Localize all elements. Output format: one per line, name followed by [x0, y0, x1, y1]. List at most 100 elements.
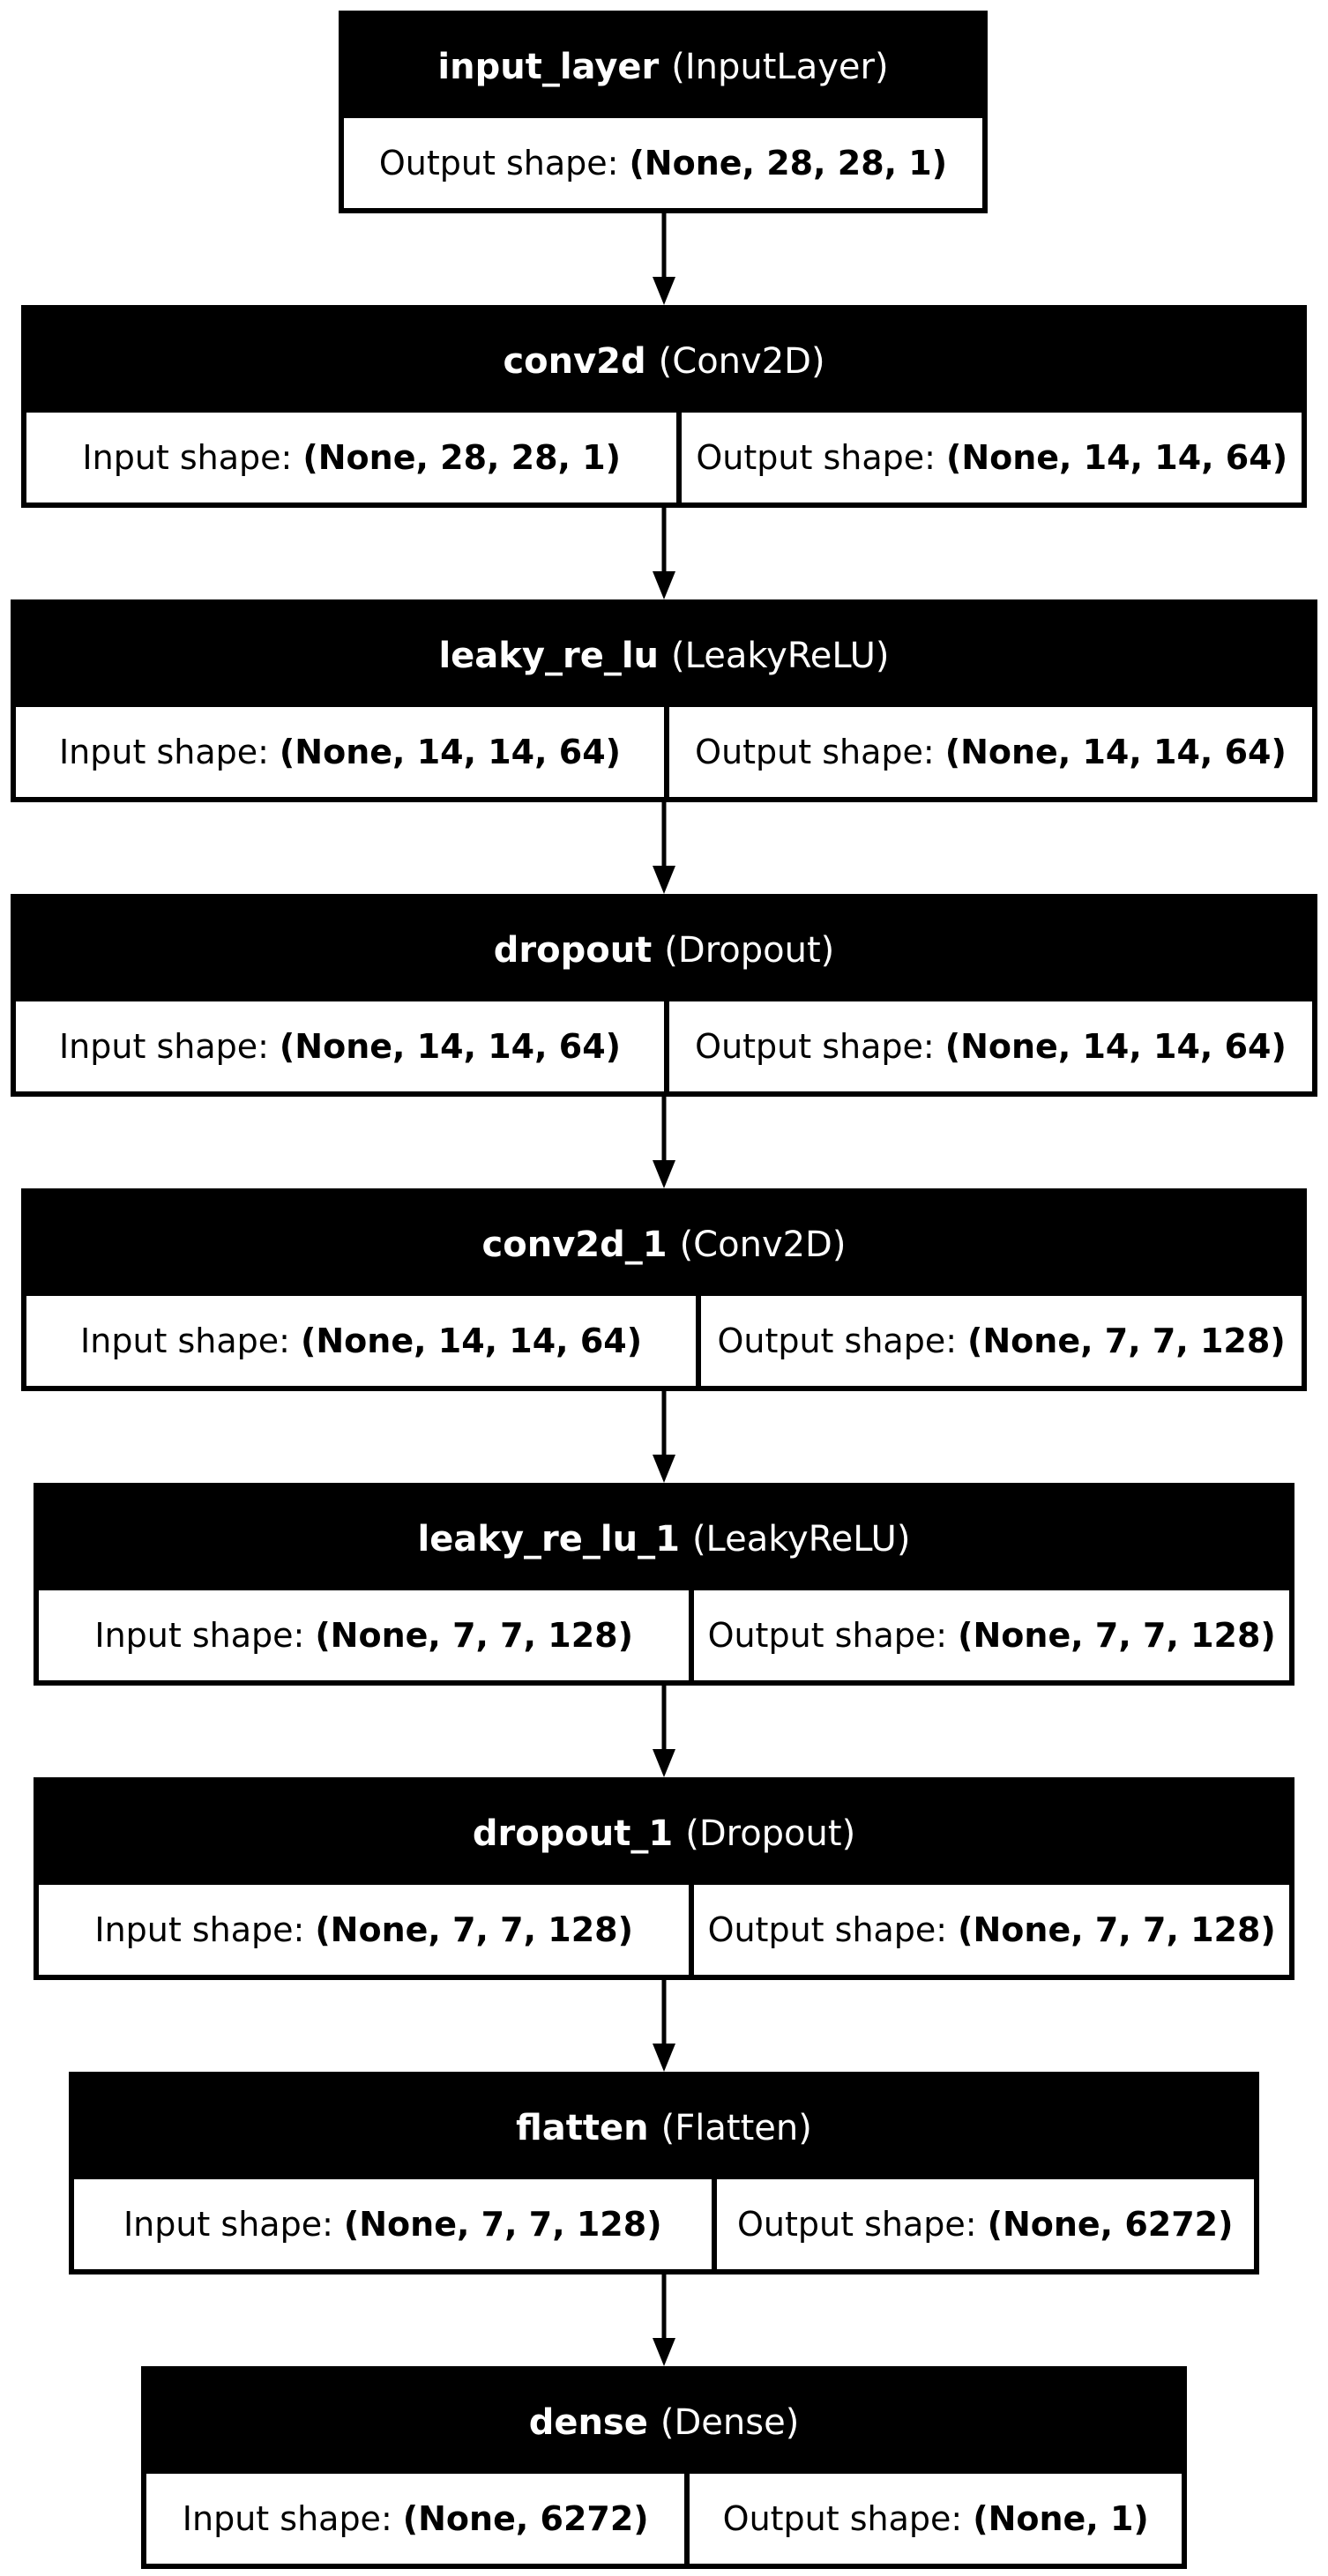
output-shape-label: Output shape: — [717, 1322, 958, 1360]
input-shape-value: (None, 7, 7, 128) — [315, 1616, 633, 1655]
shape-row: Input shape: (None, 28, 28, 1) Output shap… — [26, 413, 1302, 503]
layer-node-dense: dense (Dense) Input shape: (None, 6272) Outp… — [141, 2366, 1187, 2569]
model-architecture-diagram: input_layer (InputLayer) Output shape: (Non… — [0, 0, 1328, 2576]
input-shape-value: (None, 6272) — [402, 2499, 649, 2538]
input-shape-cell: Input shape: (None, 6272) — [146, 2474, 684, 2564]
layer-type: (LeakyReLU) — [691, 1519, 911, 1560]
output-shape-value: (None, 7, 7, 128) — [967, 1322, 1286, 1360]
input-shape-cell: Input shape: (None, 7, 7, 128) — [39, 1885, 689, 1975]
output-shape-label: Output shape: — [722, 2499, 963, 2538]
layer-type: (LeakyReLU) — [671, 636, 890, 676]
layer-name: conv2d — [503, 341, 646, 382]
input-shape-value: (None, 14, 14, 64) — [300, 1322, 643, 1360]
layer-header: flatten (Flatten) — [74, 2077, 1254, 2179]
input-shape-cell: Input shape: (None, 14, 14, 64) — [16, 1001, 664, 1091]
layer-node-conv2d: conv2d (Conv2D) Input shape: (None, 28, 28,… — [21, 305, 1307, 508]
input-shape-cell: Input shape: (None, 14, 14, 64) — [26, 1296, 696, 1386]
layer-type: (Dropout) — [685, 1813, 856, 1854]
input-shape-value: (None, 7, 7, 128) — [315, 1910, 633, 1949]
layer-header: leaky_re_lu (LeakyReLU) — [16, 605, 1312, 707]
arrowhead-icon — [653, 2044, 675, 2072]
output-shape-cell: Output shape: (None, 1) — [684, 2474, 1182, 2564]
layer-node-input-layer: input_layer (InputLayer) Output shape: (Non… — [339, 11, 988, 213]
layer-name: input_layer — [437, 47, 660, 87]
shape-row: Input shape: (None, 14, 14, 64) Output sha… — [16, 1001, 1312, 1091]
arrowhead-icon — [653, 1160, 675, 1188]
arrowhead-icon — [653, 1749, 675, 1777]
layer-node-leaky-re-lu: leaky_re_lu (LeakyReLU) Input shape: (None,… — [11, 599, 1317, 802]
output-shape-cell: Output shape: (None, 7, 7, 128) — [689, 1885, 1289, 1975]
output-shape-label: Output shape: — [737, 2205, 977, 2244]
output-shape-cell: Output shape: (None, 14, 14, 64) — [676, 413, 1302, 503]
output-shape-label: Output shape: — [707, 1910, 948, 1949]
shape-row: Input shape: (None, 7, 7, 128) Output shap… — [39, 1590, 1289, 1680]
output-shape-value: (None, 7, 7, 128) — [958, 1910, 1276, 1949]
output-shape-label: Output shape: — [695, 1027, 935, 1066]
shape-row: Input shape: (None, 14, 14, 64) Output sha… — [16, 707, 1312, 797]
shape-row: Input shape: (None, 14, 14, 64) Output sha… — [26, 1296, 1302, 1386]
output-shape-value: (None, 7, 7, 128) — [958, 1616, 1276, 1655]
input-shape-value: (None, 28, 28, 1) — [302, 438, 622, 477]
input-shape-cell: Input shape: (None, 14, 14, 64) — [16, 707, 664, 797]
arrowhead-icon — [653, 2338, 675, 2366]
layer-type: (Dropout) — [664, 930, 835, 971]
output-shape-label: Output shape: — [696, 438, 936, 477]
layer-name: leaky_re_lu — [438, 636, 660, 676]
input-shape-label: Input shape: — [80, 1322, 290, 1360]
input-shape-label: Input shape: — [123, 2205, 333, 2244]
layer-type: (InputLayer) — [671, 47, 889, 87]
output-shape-value: (None, 1) — [973, 2499, 1149, 2538]
output-shape-label: Output shape: — [707, 1616, 948, 1655]
input-shape-cell: Input shape: (None, 7, 7, 128) — [74, 2179, 712, 2269]
input-shape-label: Input shape: — [94, 1910, 305, 1949]
layer-name: dense — [528, 2402, 648, 2443]
layer-header: dropout_1 (Dropout) — [39, 1783, 1289, 1885]
shape-row: Input shape: (None, 7, 7, 128) Output shap… — [74, 2179, 1254, 2269]
output-shape-cell: Output shape: (None, 7, 7, 128) — [696, 1296, 1302, 1386]
output-shape-value: (None, 14, 14, 64) — [945, 438, 1288, 477]
layer-header: dense (Dense) — [146, 2371, 1182, 2474]
layer-type: (Dense) — [660, 2402, 800, 2443]
input-shape-label: Input shape: — [182, 2499, 392, 2538]
input-shape-value: (None, 7, 7, 128) — [343, 2205, 662, 2244]
input-shape-label: Input shape: — [58, 733, 269, 771]
layer-name: dropout_1 — [472, 1813, 674, 1854]
layer-type: (Flatten) — [660, 2108, 812, 2148]
shape-row: Output shape: (None, 28, 28, 1) — [344, 118, 982, 208]
output-shape-label: Output shape: — [695, 733, 935, 771]
layer-node-conv2d-1: conv2d_1 (Conv2D) Input shape: (None, 14, 1… — [21, 1188, 1307, 1391]
layer-header: dropout (Dropout) — [16, 899, 1312, 1001]
output-shape-label: Output shape: — [378, 144, 619, 182]
layer-name: dropout — [493, 930, 653, 971]
output-shape-cell: Output shape: (None, 28, 28, 1) — [344, 118, 982, 208]
output-shape-cell: Output shape: (None, 14, 14, 64) — [664, 707, 1312, 797]
shape-row: Input shape: (None, 7, 7, 128) Output shap… — [39, 1885, 1289, 1975]
input-shape-cell: Input shape: (None, 7, 7, 128) — [39, 1590, 689, 1680]
layer-header: conv2d (Conv2D) — [26, 310, 1302, 413]
layer-type: (Conv2D) — [658, 341, 825, 382]
layer-node-dropout: dropout (Dropout) Input shape: (None, 14, 1… — [11, 894, 1317, 1097]
layer-node-leaky-re-lu-1: leaky_re_lu_1 (LeakyReLU) Input shape: (Non… — [34, 1483, 1294, 1686]
layer-node-flatten: flatten (Flatten) Input shape: (None, 7, 7,… — [69, 2072, 1259, 2274]
arrowhead-icon — [653, 866, 675, 894]
layer-name: flatten — [516, 2108, 649, 2148]
layer-node-dropout-1: dropout_1 (Dropout) Input shape: (None, 7, … — [34, 1777, 1294, 1980]
output-shape-value: (None, 14, 14, 64) — [944, 733, 1287, 771]
arrowhead-icon — [653, 277, 675, 305]
input-shape-value: (None, 14, 14, 64) — [279, 733, 622, 771]
layer-header: input_layer (InputLayer) — [344, 16, 982, 118]
output-shape-value: (None, 6272) — [987, 2205, 1234, 2244]
input-shape-label: Input shape: — [58, 1027, 269, 1066]
layer-name: leaky_re_lu_1 — [417, 1519, 680, 1560]
output-shape-cell: Output shape: (None, 7, 7, 128) — [689, 1590, 1289, 1680]
output-shape-value: (None, 28, 28, 1) — [629, 144, 948, 182]
input-shape-label: Input shape: — [82, 438, 293, 477]
input-shape-cell: Input shape: (None, 28, 28, 1) — [26, 413, 676, 503]
arrowhead-icon — [653, 1455, 675, 1483]
arrowhead-icon — [653, 571, 675, 599]
output-shape-cell: Output shape: (None, 14, 14, 64) — [664, 1001, 1312, 1091]
output-shape-value: (None, 14, 14, 64) — [944, 1027, 1287, 1066]
input-shape-value: (None, 14, 14, 64) — [279, 1027, 622, 1066]
layer-name: conv2d_1 — [481, 1225, 668, 1265]
layer-type: (Conv2D) — [679, 1225, 847, 1265]
